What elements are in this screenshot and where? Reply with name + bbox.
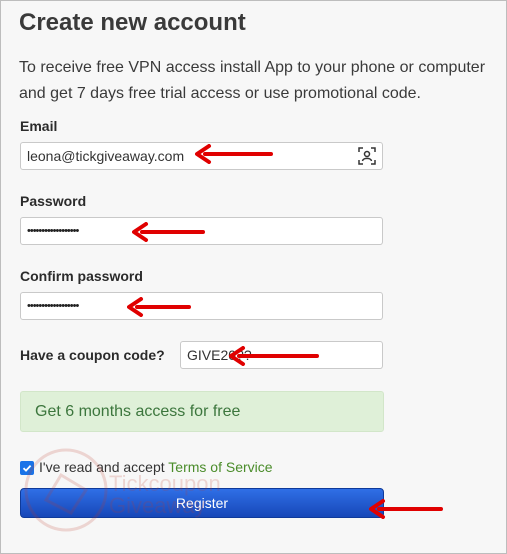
password-label: Password <box>20 193 87 209</box>
create-account-panel: Create new account To receive free VPN a… <box>0 0 507 554</box>
coupon-label: Have a coupon code? <box>20 347 165 363</box>
password-field[interactable] <box>20 217 383 245</box>
terms-of-service-link[interactable]: Terms of Service <box>168 459 272 475</box>
page-title: Create new account <box>19 9 246 36</box>
confirm-password-field[interactable] <box>20 292 383 320</box>
accept-terms-checkbox[interactable] <box>20 461 34 475</box>
checkmark-icon <box>22 464 32 472</box>
email-label: Email <box>20 118 58 134</box>
email-field[interactable] <box>20 142 383 170</box>
promo-message-box: Get 6 months access for free <box>20 391 384 432</box>
accept-terms-text: I've read and accept Terms of Service <box>39 459 273 475</box>
accept-label: I've read and accept <box>39 459 165 475</box>
contact-card-icon[interactable] <box>358 147 376 165</box>
confirm-password-label: Confirm password <box>20 268 143 284</box>
register-button[interactable]: Register <box>20 488 384 518</box>
promo-message: Get 6 months access for free <box>35 403 241 420</box>
intro-text: To receive free VPN access install App t… <box>19 59 486 102</box>
coupon-code-field[interactable] <box>180 341 383 369</box>
